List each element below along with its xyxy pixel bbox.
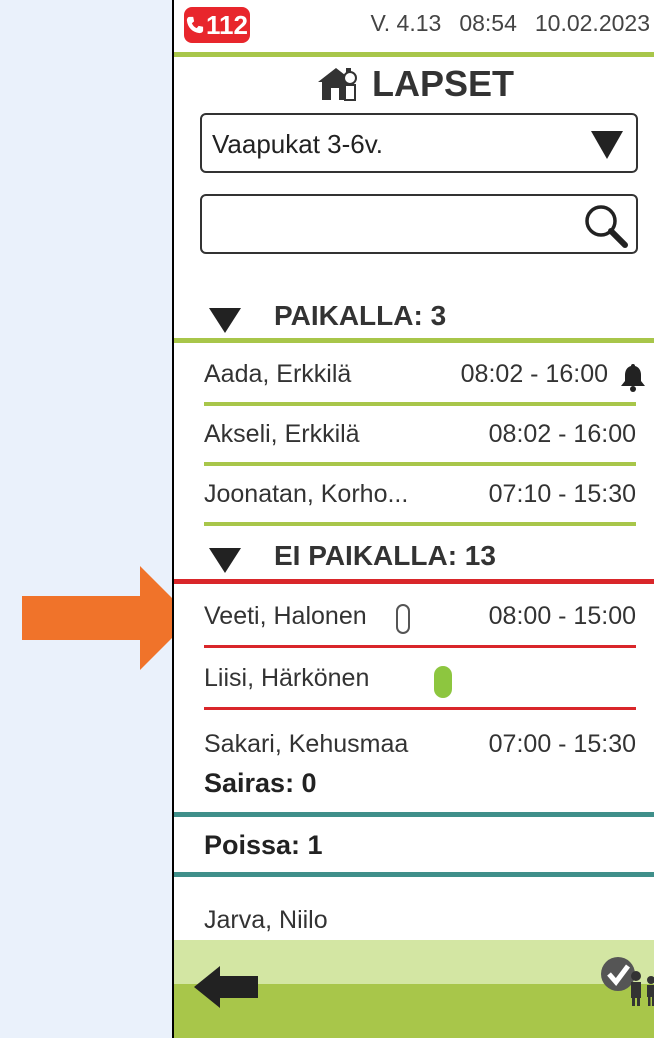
child-row[interactable]: Aada, Erkkilä 08:02 - 16:00 <box>174 348 654 406</box>
house-child-icon <box>317 68 357 101</box>
child-name: Sakari, Kehusmaa <box>204 730 409 758</box>
divider <box>174 579 654 584</box>
date: 10.02.2023 <box>534 10 650 36</box>
child-time: 07:00 - 15:30 <box>488 730 636 758</box>
collapse-triangle-icon <box>209 308 241 333</box>
child-name: Aada, Erkkilä <box>204 360 352 388</box>
away-count-label: Poissa: 1 <box>204 830 323 860</box>
bottom-toolbar <box>174 940 654 1038</box>
app-screen: 112 V. 4.13 08:54 10.02.2023 LAPSET Vaapuk… <box>172 0 654 1038</box>
collapse-triangle-icon <box>209 548 241 573</box>
group-select[interactable]: Vaapukat 3-6v. <box>200 113 638 173</box>
present-count-label: PAIKALLA: 3 <box>274 300 447 331</box>
divider <box>174 338 654 343</box>
child-row[interactable]: Veeti, Halonen 08:00 - 15:00 <box>174 590 654 648</box>
row-underline <box>204 462 636 466</box>
child-name: Jarva, Niilo <box>204 906 328 934</box>
divider <box>174 812 654 817</box>
empty-pill-icon[interactable] <box>396 604 410 634</box>
child-row[interactable]: Joonatan, Korho... 07:10 - 15:30 <box>174 468 654 526</box>
back-arrow-icon[interactable] <box>192 962 262 1012</box>
search-field[interactable] <box>200 194 638 254</box>
bell-icon[interactable] <box>618 362 648 392</box>
child-row[interactable]: Sakari, Kehusmaa 07:00 - 15:30 <box>174 718 654 766</box>
phone-icon <box>186 16 204 34</box>
child-name: Veeti, Halonen <box>204 602 367 630</box>
clock: 08:54 <box>459 10 517 36</box>
divider <box>174 872 654 877</box>
divider <box>174 52 654 57</box>
emergency-call-button[interactable]: 112 <box>184 7 250 43</box>
page-title: LAPSET <box>174 62 654 106</box>
child-name: Liisi, Härkönen <box>204 664 370 692</box>
child-name: Joonatan, Korho... <box>204 480 409 508</box>
status-bar: 112 V. 4.13 08:54 10.02.2023 <box>174 0 654 52</box>
status-info: V. 4.13 08:54 10.02.2023 <box>353 10 650 37</box>
row-underline <box>204 707 636 710</box>
absent-count-label: EI PAIKALLA: 13 <box>274 540 496 571</box>
row-underline <box>204 402 636 406</box>
child-time: 08:02 - 16:00 <box>488 420 636 448</box>
green-pill-icon[interactable] <box>434 666 452 698</box>
sick-count-label: Sairas: 0 <box>204 768 317 798</box>
search-icon[interactable] <box>582 202 630 250</box>
triangle-down-icon <box>591 131 623 159</box>
row-underline <box>204 522 636 526</box>
absent-section-header[interactable]: EI PAIKALLA: 13 <box>174 532 654 582</box>
group-select-value: Vaapukat 3-6v. <box>212 129 384 159</box>
check-children-icon[interactable] <box>598 954 654 1006</box>
child-time: 08:00 - 15:00 <box>488 602 636 630</box>
search-input[interactable] <box>212 206 576 246</box>
child-time: 07:10 - 15:30 <box>488 480 636 508</box>
child-row[interactable]: Jarva, Niilo <box>174 890 654 936</box>
row-underline <box>204 645 636 648</box>
child-row[interactable]: Liisi, Härkönen <box>174 652 654 710</box>
child-row[interactable]: Akseli, Erkkilä 08:02 - 16:00 <box>174 408 654 466</box>
page-title-text: LAPSET <box>371 63 514 104</box>
present-section-header[interactable]: PAIKALLA: 3 <box>174 292 654 342</box>
pointer-arrow-annotation <box>22 566 192 670</box>
child-time: 08:02 - 16:00 <box>460 360 608 388</box>
emergency-label: 112 <box>206 10 248 40</box>
app-version: V. 4.13 <box>370 10 442 36</box>
child-name: Akseli, Erkkilä <box>204 420 360 448</box>
